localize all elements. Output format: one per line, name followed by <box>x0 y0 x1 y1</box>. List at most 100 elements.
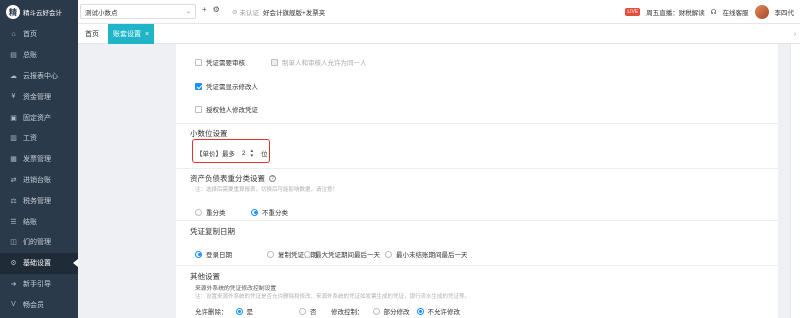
closing-icon: ☰ <box>10 218 17 226</box>
allow-delete-label: 允许删除： <box>195 309 228 316</box>
no-reclass-option[interactable]: 不重分类 <box>251 207 288 217</box>
assets-icon: ▣ <box>10 114 17 122</box>
settings-panel: 凭证需要审核 制单人和审核人允许为同一人 凭证需显示修改人 授权他人修改凭证 小… <box>176 44 778 318</box>
same-person-label: 制单人和审核人允许为同一人 <box>282 60 367 67</box>
copy-opt-label: 最大凭证期间最后一天 <box>315 252 380 259</box>
allow-delete-yes-radio[interactable] <box>235 307 243 315</box>
copy-opt-radio[interactable] <box>267 250 274 258</box>
sidebar-item-cloud-reports[interactable]: ☁ 云报表中心 <box>0 66 78 87</box>
tab-account-settings[interactable]: 账套设置 × <box>108 24 154 44</box>
voucher-review-checkbox[interactable] <box>195 58 202 66</box>
no-reclass-label: 不重分类 <box>262 210 288 217</box>
product-name[interactable]: 好会计旗舰版+发票夹 <box>263 7 325 17</box>
top-right-area: LIVE 周五直播：财税解读 ☊ 在线客服 李四代 <box>625 4 794 20</box>
copy-opt-login-date[interactable]: 登录日期 <box>195 249 232 259</box>
balance-section-header: 资产负债表重分类设置 ? <box>190 173 276 184</box>
sidebar-item-label: 云报表中心 <box>23 72 58 80</box>
reclass-option[interactable]: 重分类 <box>195 207 226 217</box>
sidebar-item-label: 们的管理 <box>23 239 51 247</box>
partial-modify-radio[interactable] <box>372 307 380 315</box>
right-scroll-area[interactable] <box>790 44 800 318</box>
payroll-icon: ▥ <box>10 135 17 143</box>
divider <box>176 123 778 124</box>
vip-icon: V <box>11 301 16 309</box>
sidebar-item-payroll[interactable]: ▥ 工资 <box>0 128 78 149</box>
decimal-unit: 位 <box>261 151 268 158</box>
home-icon: ⌂ <box>11 30 16 38</box>
allow-delete-row: 允许删除： 是 否 <box>195 306 317 316</box>
tab-label: 账套设置 <box>112 31 141 38</box>
same-person-checkbox <box>271 58 278 66</box>
close-icon[interactable]: × <box>145 31 149 38</box>
exchange-icon: ⇄ <box>10 176 17 184</box>
copy-opt-label: 登录日期 <box>206 252 232 259</box>
brand-name: 精斗云好会计 <box>23 10 62 17</box>
show-modifier-checkbox[interactable] <box>195 82 202 90</box>
sidebar-item-guide[interactable]: ➜ 新手引导 <box>0 274 78 295</box>
sidebar-item-funds[interactable]: ¥ 资金管理 <box>0 86 78 107</box>
headset-icon: ☊ <box>710 9 717 16</box>
decimal-stepper[interactable]: ▲ ▼ <box>250 148 254 158</box>
other-section-title: 其他设置 <box>190 272 220 281</box>
tab-bar: 首页 账套设置 × › <box>78 24 800 44</box>
allow-delete-yes-label: 是 <box>246 309 254 316</box>
invoice-icon: ▦ <box>10 156 17 164</box>
live-broadcast-link[interactable]: 周五直播：财税解读 <box>646 7 705 17</box>
reclass-label: 重分类 <box>206 210 226 217</box>
add-icon[interactable]: + <box>202 5 207 14</box>
brand[interactable]: 精 精斗云好会计 <box>0 0 78 24</box>
info-icon[interactable]: ? <box>269 175 276 182</box>
allow-edit-option[interactable]: 授权他人修改凭证 <box>195 104 258 114</box>
sidebar-item-fixed-assets[interactable]: ▣ 固定资产 <box>0 107 78 128</box>
online-service-link[interactable]: 在线客服 <box>723 7 749 17</box>
balance-note: 注：选择后需要重算报表，切换后可能影响数据，请注意！ <box>195 187 339 193</box>
sidebar-item-label: 税务管理 <box>23 197 51 205</box>
no-modify-radio[interactable] <box>416 307 424 315</box>
partial-modify-label: 部分修改 <box>383 309 410 316</box>
allow-delete-no-radio[interactable] <box>299 307 306 315</box>
sidebar-item-tax[interactable]: ⚖ 税务管理 <box>0 190 78 211</box>
toolbar-icons: + ⚙ <box>202 5 220 14</box>
allow-edit-checkbox[interactable] <box>195 105 202 113</box>
no-reclass-radio[interactable] <box>251 208 258 216</box>
sidebar-item-label: 结账 <box>23 218 37 226</box>
copy-opt-min-open-period[interactable]: 最小未结账期间最后一天 <box>385 249 468 259</box>
modify-control-row: 修改控制： 部分修改 不允许修改 <box>331 306 460 316</box>
auth-info: ⊘ 未认证 好会计旗舰版+发票夹 <box>232 7 325 17</box>
sidebar-item-settings[interactable]: ⚙ 基础设置 <box>0 252 78 274</box>
chevron-right-icon[interactable]: › <box>790 24 800 44</box>
sidebar-item-ledger[interactable]: ▤ 总账 <box>0 45 78 66</box>
gear-icon[interactable]: ⚙ <box>213 5 220 14</box>
chevron-down-icon: ⌄ <box>185 9 191 15</box>
account-select[interactable]: 测试小数点 ⌄ <box>80 4 196 19</box>
decimal-value-input[interactable]: 2 <box>242 150 246 157</box>
sidebar-item-management[interactable]: ◫ 们的管理 <box>0 232 78 253</box>
sidebar-item-label: 固定资产 <box>23 114 51 122</box>
sidebar-item-closing[interactable]: ☰ 结账 <box>0 211 78 232</box>
copy-opt-radio[interactable] <box>304 250 311 258</box>
allow-edit-label: 授权他人修改凭证 <box>206 107 258 114</box>
copy-opt-radio[interactable] <box>195 250 202 258</box>
ledger-icon: ▤ <box>10 52 17 60</box>
avatar[interactable] <box>754 5 769 19</box>
sidebar-item-invoices[interactable]: ▦ 发票管理 <box>0 149 78 170</box>
sidebar-item-label: 资金管理 <box>23 93 51 101</box>
other-note: 注：设置来源外系统的凭证是否允许删除和修改，来源外系统的凭证如发票生成的凭证，银… <box>195 294 471 300</box>
voucher-review-option[interactable]: 凭证需要审核 <box>195 57 245 67</box>
tab-home[interactable]: 首页 <box>78 24 106 44</box>
divider <box>176 265 778 266</box>
user-name[interactable]: 李四代 <box>775 7 795 17</box>
sidebar-item-inventory[interactable]: ⇄ 进销台账 <box>0 170 78 191</box>
sidebar-item-label: 畅会员 <box>23 301 44 309</box>
decimal-setting: 【单价】最多 2 ▲ ▼ 位 <box>196 148 268 158</box>
copy-opt-max-period[interactable]: 最大凭证期间最后一天 <box>304 249 380 259</box>
copy-opt-radio[interactable] <box>385 250 392 258</box>
show-modifier-option[interactable]: 凭证需显示修改人 <box>195 81 258 91</box>
live-badge: LIVE <box>625 8 641 16</box>
chevron-down-icon[interactable]: ▼ <box>250 153 254 158</box>
sidebar-item-home[interactable]: ⌂ 首页 <box>0 24 78 45</box>
brand-logo: 精 <box>6 5 20 19</box>
divider <box>176 168 778 169</box>
sidebar-item-membership[interactable]: V 畅会员 <box>0 294 78 315</box>
reclass-radio[interactable] <box>195 208 202 216</box>
